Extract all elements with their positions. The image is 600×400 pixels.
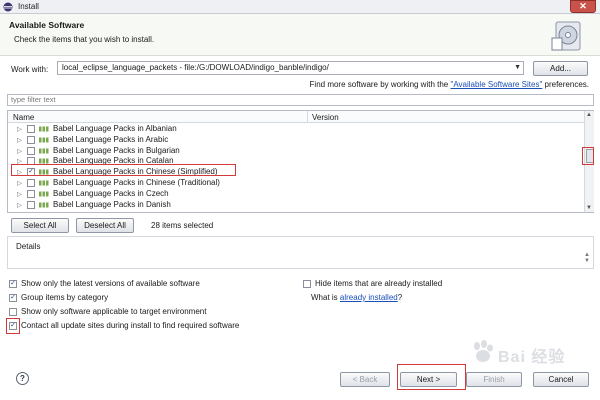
work-with-value: local_eclipse_language_packets - file:/G… xyxy=(62,63,329,72)
eclipse-app-icon xyxy=(3,2,13,12)
option-group-label: Group items by category xyxy=(21,293,109,302)
expand-arrow-icon[interactable]: ▷ xyxy=(17,125,22,133)
find-more-text: Find more software by working with the "… xyxy=(310,80,589,89)
what-is-installed: What is already installed? xyxy=(311,293,402,302)
tree-row-label: Babel Language Packs in Arabic xyxy=(53,134,169,144)
category-icon xyxy=(39,126,49,132)
annotation-highlight-scrollbar xyxy=(582,147,594,165)
work-with-label: Work with: xyxy=(11,65,49,74)
checkbox-hide[interactable] xyxy=(303,280,311,288)
cancel-button[interactable]: Cancel xyxy=(533,372,589,387)
what-is-suffix: ? xyxy=(397,293,403,302)
category-icon xyxy=(39,191,49,197)
baidu-watermark-logo: Bai 经验 xyxy=(470,340,580,366)
scroll-up-icon[interactable]: ▲ xyxy=(586,112,592,118)
annotation-highlight-next xyxy=(397,364,466,390)
dropdown-arrow-icon[interactable]: ▼ xyxy=(514,62,521,74)
tree-row[interactable]: ▷ Babel Language Packs in Czech xyxy=(8,189,584,200)
find-more-suffix: preferences. xyxy=(542,80,589,89)
expand-arrow-icon[interactable]: ▷ xyxy=(17,201,22,209)
checkbox-latest[interactable]: ✓ xyxy=(9,280,17,288)
row-checkbox[interactable] xyxy=(27,178,35,187)
column-version[interactable]: Version xyxy=(312,113,339,122)
title-bar: Install ✕ xyxy=(0,0,600,14)
row-checkbox[interactable] xyxy=(27,146,35,155)
tree-row[interactable]: ▷ Babel Language Packs in Albanian xyxy=(8,124,584,135)
page-title: Available Software xyxy=(9,20,85,30)
category-icon xyxy=(39,137,49,143)
what-is-prefix: What is xyxy=(311,293,340,302)
already-installed-link[interactable]: already installed xyxy=(340,293,398,302)
page-description: Check the items that you wish to install… xyxy=(14,35,155,44)
window-title: Install xyxy=(18,2,39,11)
row-checkbox[interactable] xyxy=(27,189,35,198)
tree-row[interactable]: ▷ Babel Language Packs in Bulgarian xyxy=(8,146,584,157)
row-checkbox[interactable] xyxy=(27,125,35,133)
wizard-banner: Available Software Check the items that … xyxy=(0,14,600,56)
category-icon xyxy=(39,180,49,186)
column-divider[interactable] xyxy=(307,111,308,123)
tree-header: Name Version xyxy=(8,111,584,123)
tree-row-label: Babel Language Packs in Czech xyxy=(53,188,169,198)
add-site-button[interactable]: Add... xyxy=(533,61,588,76)
watermark-text: Bai 经验 xyxy=(498,349,566,366)
paw-icon xyxy=(474,340,493,362)
install-disc-icon xyxy=(551,21,581,51)
details-panel: Details ▲ ▼ xyxy=(7,236,594,269)
items-selected-count: 28 items selected xyxy=(151,221,214,230)
checkbox-target[interactable] xyxy=(9,308,17,316)
filter-input[interactable]: type filter text xyxy=(7,94,594,106)
close-window-button[interactable]: ✕ xyxy=(570,0,596,13)
scroll-down-icon[interactable]: ▼ xyxy=(586,205,592,211)
option-hide-label: Hide items that are already installed xyxy=(315,279,443,288)
category-icon xyxy=(39,202,49,208)
row-checkbox[interactable] xyxy=(27,200,35,209)
category-icon xyxy=(39,148,49,154)
deselect-all-button[interactable]: Deselect All xyxy=(76,218,134,233)
finish-button[interactable]: Finish xyxy=(466,372,522,387)
expand-arrow-icon[interactable]: ▷ xyxy=(17,179,22,187)
checkbox-group[interactable]: ✓ xyxy=(9,294,17,302)
expand-arrow-icon[interactable]: ▷ xyxy=(17,190,22,198)
find-more-prefix: Find more software by working with the xyxy=(309,80,451,89)
row-checkbox[interactable] xyxy=(27,135,35,144)
details-scroll-icon[interactable]: ▲ ▼ xyxy=(584,252,590,264)
software-tree[interactable]: Name Version ▷ Babel Language Packs in Al… xyxy=(7,110,594,213)
help-icon[interactable]: ? xyxy=(16,372,29,385)
close-icon: ✕ xyxy=(579,1,587,11)
details-label: Details xyxy=(16,242,41,251)
tree-row[interactable]: ▷ Babel Language Packs in Arabic xyxy=(8,135,584,146)
tree-row[interactable]: ▷ Babel Language Packs in Chinese (Tradit… xyxy=(8,178,584,189)
tree-row-label: Babel Language Packs in Bulgarian xyxy=(53,145,180,155)
tree-row-label: Babel Language Packs in Albanian xyxy=(53,124,177,133)
annotation-highlight-row xyxy=(11,164,236,176)
available-sites-link[interactable]: "Available Software Sites" xyxy=(450,80,542,89)
expand-arrow-icon[interactable]: ▷ xyxy=(17,147,22,155)
tree-row[interactable]: ▷ Babel Language Packs in Danish xyxy=(8,200,584,211)
select-all-button[interactable]: Select All xyxy=(11,218,69,233)
back-button[interactable]: < Back xyxy=(340,372,390,387)
option-contact-label: Contact all update sites during install … xyxy=(21,321,240,330)
expand-arrow-icon[interactable]: ▷ xyxy=(17,136,22,144)
option-target-label: Show only software applicable to target … xyxy=(21,307,207,316)
tree-row-label: Babel Language Packs in Danish xyxy=(53,199,171,209)
work-with-combo[interactable]: local_eclipse_language_packets - file:/G… xyxy=(57,61,524,75)
tree-row-label: Babel Language Packs in Chinese (Traditi… xyxy=(53,177,220,187)
annotation-highlight-contact xyxy=(6,318,20,334)
option-latest-label: Show only the latest versions of availab… xyxy=(21,279,200,288)
column-name[interactable]: Name xyxy=(13,113,34,122)
